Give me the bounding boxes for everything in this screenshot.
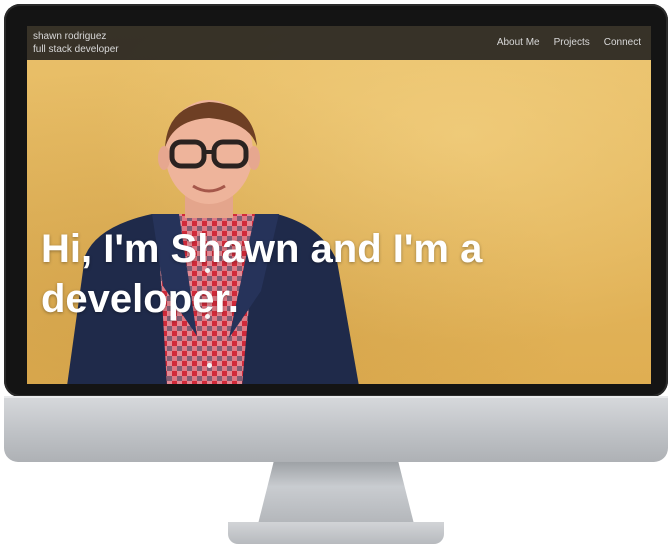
nav-links: About Me Projects Connect xyxy=(497,37,641,48)
nav-link-projects[interactable]: Projects xyxy=(554,37,590,48)
scroll-dot xyxy=(205,314,210,319)
nav-link-connect[interactable]: Connect xyxy=(604,37,641,48)
hero-headline-line-1: Hi, I'm Shawn and I'm a xyxy=(41,227,483,271)
website-screen: shawn rodriguez full stack developer Abo… xyxy=(27,26,651,384)
monitor-foot xyxy=(228,522,444,544)
site-brand[interactable]: shawn rodriguez full stack developer xyxy=(33,30,119,56)
monitor-stand xyxy=(258,462,414,524)
scroll-dot xyxy=(207,363,212,368)
brand-tagline: full stack developer xyxy=(33,44,119,55)
hero-headline-line-2: developer. xyxy=(41,277,239,321)
site-navbar: shawn rodriguez full stack developer Abo… xyxy=(27,26,651,60)
monitor-chin xyxy=(4,396,668,462)
nav-link-about-me[interactable]: About Me xyxy=(497,37,540,48)
scroll-dot xyxy=(205,268,210,273)
brand-name: shawn rodriguez xyxy=(33,31,107,42)
hero-headline: Hi, I'm Shawn and I'm a developer. xyxy=(41,224,511,324)
